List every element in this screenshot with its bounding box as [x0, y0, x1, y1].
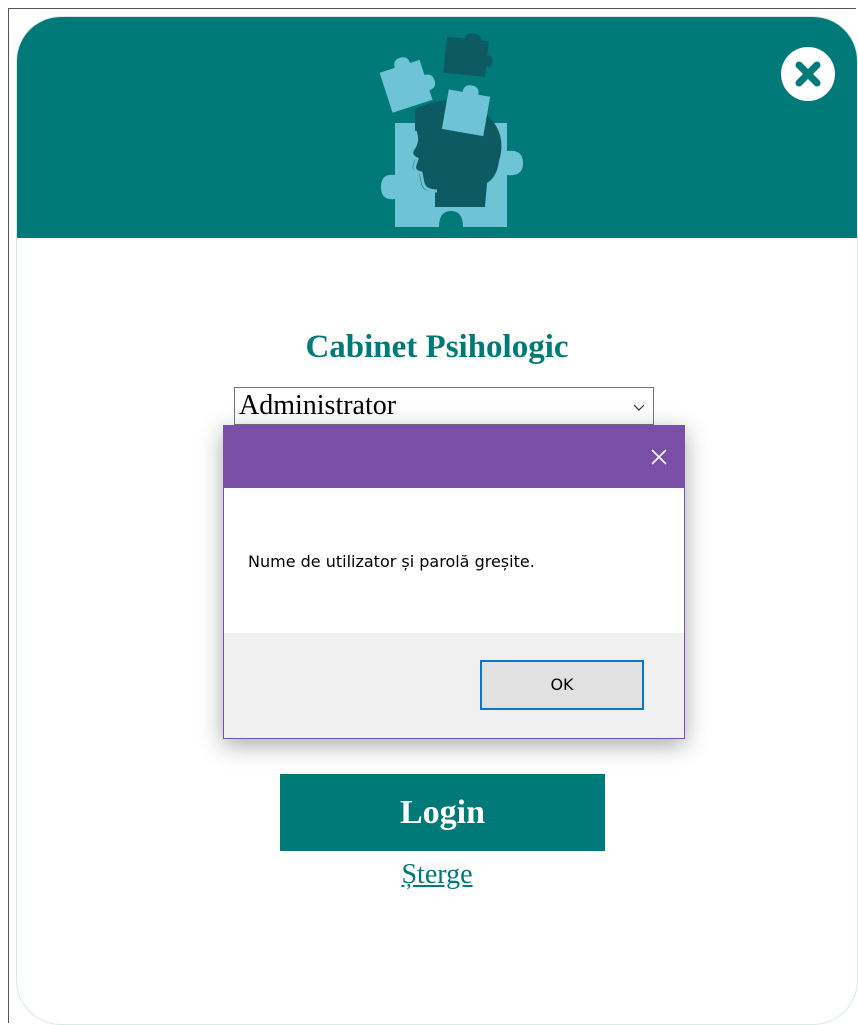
dialog-titlebar [224, 426, 684, 488]
clear-link[interactable]: Șterge [17, 859, 857, 891]
close-app-button[interactable] [781, 47, 835, 101]
header-banner [17, 17, 857, 238]
role-select[interactable]: Administrator [234, 387, 654, 425]
chevron-down-icon [633, 404, 645, 411]
puzzle-head-icon [379, 33, 523, 227]
close-circle-icon [795, 61, 821, 87]
dialog-footer: OK [224, 633, 684, 738]
error-dialog: Nume de utilizator și parolă greșite. OK [223, 425, 685, 739]
dialog-message: Nume de utilizator și parolă greșite. [248, 552, 535, 571]
role-select-value: Administrator [239, 390, 397, 421]
close-icon[interactable] [646, 444, 672, 470]
page-title: Cabinet Psihologic [305, 329, 569, 365]
ok-button[interactable]: OK [480, 660, 644, 710]
login-button[interactable]: Login [280, 774, 605, 851]
